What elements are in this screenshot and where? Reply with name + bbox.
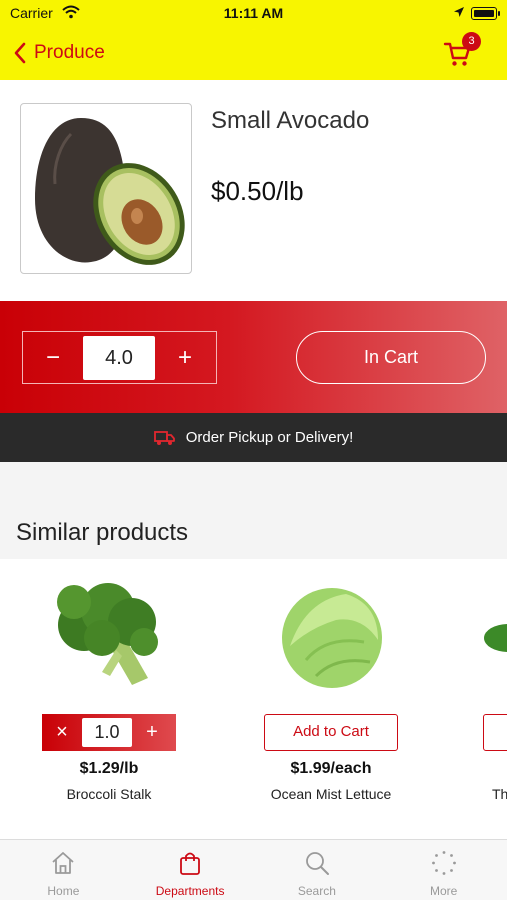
remove-button[interactable]: × <box>42 721 82 744</box>
battery-icon <box>471 7 500 20</box>
tab-more[interactable]: More <box>380 840 507 900</box>
tab-bar: Home Departments Search More <box>0 839 507 900</box>
similar-products-title: Similar products <box>16 519 189 546</box>
tab-label: More <box>429 884 458 898</box>
product-image-partial <box>484 624 507 652</box>
tab-home[interactable]: Home <box>0 840 127 900</box>
status-bar: Carrier 11:11 AM <box>0 0 507 28</box>
cart-count-badge: 3 <box>462 32 481 51</box>
banner-text: Order Pickup or Delivery! <box>185 429 354 446</box>
chevron-left-icon <box>14 42 26 64</box>
quantity-field[interactable]: 4.0 <box>83 335 155 380</box>
card-name: Ocean Mist Lettuce <box>270 786 392 802</box>
product-image <box>20 103 192 274</box>
shopping-bag-icon <box>180 852 201 875</box>
card-price: $1.29/lb <box>79 760 139 777</box>
card-increment-button[interactable]: + <box>132 721 172 744</box>
add-to-cart-button[interactable]: Add to Cart <box>264 714 398 751</box>
product-price: $0.50/lb <box>211 176 304 206</box>
card-quantity-stepper: × 1.0 + <box>42 714 176 751</box>
broccoli-image <box>57 583 158 685</box>
status-time: 11:11 AM <box>223 5 284 21</box>
tab-label: Search <box>297 884 336 898</box>
back-label: Produce <box>34 42 105 63</box>
avocado-image <box>35 118 185 265</box>
more-dots-icon <box>431 851 456 875</box>
add-to-cart-button-partial[interactable] <box>483 714 507 751</box>
quantity-section: − 4.0 + In Cart <box>0 301 507 413</box>
home-icon <box>52 852 74 874</box>
increment-button[interactable]: + <box>155 344 215 372</box>
card-quantity-field[interactable]: 1.0 <box>82 718 132 747</box>
tab-departments[interactable]: Departments <box>127 840 254 900</box>
card-price: $1.99/each <box>290 760 372 777</box>
decrement-button[interactable]: − <box>23 344 83 372</box>
lettuce-image <box>282 588 382 688</box>
quantity-stepper: − 4.0 + <box>22 331 217 384</box>
top-header: Carrier 11:11 AM Produce 3 <box>0 0 507 80</box>
card-name: Th <box>492 786 507 802</box>
back-button[interactable]: Produce <box>14 38 105 68</box>
tab-search[interactable]: Search <box>254 840 381 900</box>
product-name: Small Avocado <box>211 107 370 134</box>
search-icon <box>305 852 329 875</box>
location-arrow-icon <box>453 5 465 21</box>
cart-button[interactable]: 3 <box>443 32 481 68</box>
tab-label: Departments <box>155 884 225 898</box>
in-cart-button[interactable]: In Cart <box>296 331 486 384</box>
card-name: Broccoli Stalk <box>66 786 152 802</box>
delivery-truck-icon <box>153 430 176 446</box>
product-card[interactable]: Th <box>478 580 507 820</box>
tab-label: Home <box>47 884 80 898</box>
pickup-delivery-banner[interactable]: Order Pickup or Delivery! <box>0 413 507 462</box>
